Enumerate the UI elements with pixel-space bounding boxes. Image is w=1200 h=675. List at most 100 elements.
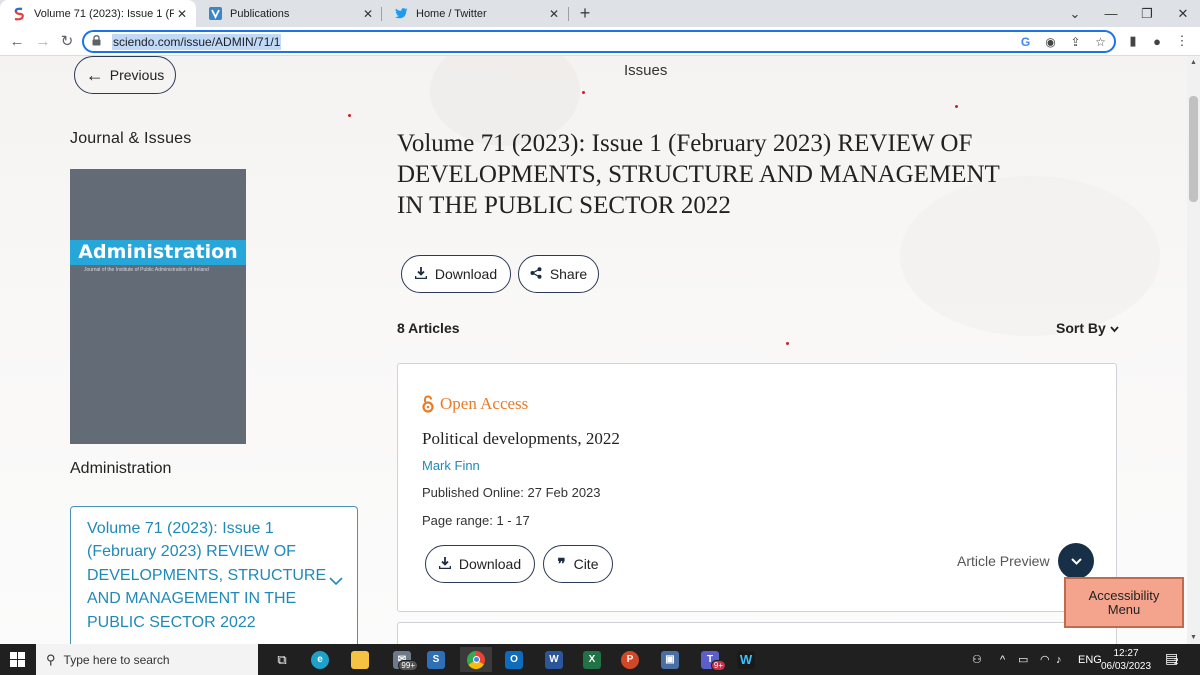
powerpoint-icon[interactable]: P <box>614 647 646 672</box>
side-panel-icon[interactable]: ▮ <box>1123 31 1143 51</box>
bookmark-star-icon[interactable]: ☆ <box>1093 34 1108 49</box>
notifications-count: 2 <box>1174 657 1179 666</box>
edge-icon[interactable]: e <box>304 647 336 672</box>
article-cite-button[interactable]: ❞ Cite <box>543 545 613 583</box>
restore-icon[interactable]: ❐ <box>1129 0 1165 27</box>
share-label: Share <box>549 266 588 282</box>
tab-search-icon[interactable]: ⌄ <box>1057 0 1093 27</box>
chrome-icon[interactable] <box>460 647 492 672</box>
download-label: Download <box>458 556 522 572</box>
decorative-dot <box>582 91 585 94</box>
tab-separator <box>568 7 569 21</box>
article-preview-label: Article Preview <box>957 553 1050 569</box>
tab-sciendo-issue[interactable]: Volume 71 (2023): Issue 1 (Febru ✕ <box>0 0 196 27</box>
article-author-link[interactable]: Mark Finn <box>422 458 480 473</box>
close-tab-icon[interactable]: ✕ <box>546 7 562 21</box>
share-icon <box>530 266 542 282</box>
webex-icon[interactable]: W <box>730 647 762 672</box>
decorative-dot <box>348 114 351 117</box>
outlook-icon[interactable]: O <box>498 647 530 672</box>
download-label: Download <box>434 266 498 282</box>
teams-badge: 9+ <box>710 660 726 671</box>
mail-icon[interactable]: ✉ 99+ <box>386 647 418 672</box>
sciendo-app-icon[interactable]: S <box>420 647 452 672</box>
article-published-date: Published Online: 27 Feb 2023 <box>422 485 601 500</box>
tray-chevron-up-icon[interactable]: ^ <box>1000 644 1005 675</box>
download-icon <box>438 556 452 572</box>
cover-subtitle: Journal of the Institute of Public Admin… <box>84 267 209 273</box>
close-tab-icon[interactable]: ✕ <box>174 7 190 21</box>
close-window-icon[interactable]: ✕ <box>1165 0 1200 27</box>
open-access-icon <box>422 395 434 413</box>
article-card <box>397 622 1117 644</box>
open-access-label: Open Access <box>440 394 529 413</box>
word-icon[interactable]: W <box>538 647 570 672</box>
article-preview-toggle[interactable] <box>1058 543 1094 579</box>
journal-cover-image: Administration Journal of the Institute … <box>70 169 246 444</box>
notifications-icon[interactable]: ▤ 2 <box>1165 650 1183 668</box>
taskbar-search-box[interactable]: ⚲ Type here to search <box>36 644 258 675</box>
volume-icon[interactable]: ♪ <box>1056 644 1062 675</box>
page-viewport: ← Previous Issues Journal & Issues Admin… <box>0 56 1187 644</box>
page-scrollbar[interactable]: ▲ ▼ <box>1187 56 1200 644</box>
twitter-icon <box>394 7 408 21</box>
previous-button[interactable]: ← Previous <box>74 56 176 94</box>
articles-count: 8 Articles <box>397 320 460 336</box>
lock-icon <box>92 34 104 49</box>
tab-twitter[interactable]: Home / Twitter ✕ <box>382 0 568 27</box>
scroll-thumb[interactable] <box>1189 96 1198 202</box>
new-tab-button[interactable]: + <box>574 3 596 23</box>
article-download-button[interactable]: Download <box>425 545 535 583</box>
windows-start-icon[interactable] <box>10 652 25 667</box>
decorative-dot <box>786 342 789 345</box>
reload-icon[interactable]: ↻ <box>56 30 78 52</box>
download-issue-button[interactable]: Download <box>401 255 511 293</box>
people-icon[interactable]: ⚇ <box>972 644 982 675</box>
decorative-dot <box>955 105 958 108</box>
search-icon: ⚲ <box>46 651 56 667</box>
scroll-up-icon[interactable]: ▲ <box>1187 56 1200 69</box>
url-text[interactable]: sciendo.com/issue/ADMIN/71/1 <box>112 33 282 50</box>
tab-title: Publications <box>230 7 290 20</box>
accessibility-menu-label: Accessibility Menu <box>1088 587 1160 617</box>
open-access-badge: Open Access <box>422 394 528 414</box>
back-icon[interactable]: ← <box>6 30 28 52</box>
article-title-link[interactable]: Political developments, 2022 <box>422 429 620 449</box>
issue-selector[interactable]: Volume 71 (2023): Issue 1 (February 2023… <box>70 506 358 644</box>
menu-kebab-icon[interactable]: ⋮ <box>1172 31 1192 51</box>
address-bar[interactable]: sciendo.com/issue/ADMIN/71/1 G ◉ ⇪ ☆ <box>82 30 1116 53</box>
share-icon[interactable]: ⇪ <box>1068 34 1083 49</box>
forward-icon[interactable]: → <box>32 30 54 52</box>
chevron-down-icon <box>1110 320 1119 336</box>
share-button[interactable]: Share <box>518 255 599 293</box>
tab-publications[interactable]: Publications ✕ <box>196 0 382 27</box>
arrow-left-icon: ← <box>85 65 104 85</box>
wifi-icon[interactable]: ◠ <box>1040 644 1050 675</box>
close-tab-icon[interactable]: ✕ <box>360 7 376 21</box>
clock-date: 06/03/2023 <box>1100 661 1152 672</box>
profile-icon[interactable]: ● <box>1147 31 1167 51</box>
quote-icon: ❞ <box>557 556 566 573</box>
file-explorer-icon[interactable] <box>344 647 376 672</box>
remote-desktop-icon[interactable]: ▣ <box>654 647 686 672</box>
battery-icon[interactable]: ▭ <box>1018 644 1028 675</box>
task-view-icon[interactable]: ⧉ <box>266 647 298 672</box>
scroll-down-icon[interactable]: ▼ <box>1187 631 1200 644</box>
issue-title: Volume 71 (2023): Issue 1 (February 2023… <box>397 130 1000 219</box>
journal-name: Administration <box>70 460 172 477</box>
excel-icon[interactable]: X <box>576 647 608 672</box>
clock[interactable]: 12:27 06/03/2023 <box>1098 647 1154 673</box>
sort-by-dropdown[interactable]: Sort By <box>1056 320 1119 336</box>
accessibility-menu-button[interactable]: Accessibility Menu <box>1064 577 1184 628</box>
journal-issues-heading: Journal & Issues <box>70 130 192 147</box>
issues-link[interactable]: Issues <box>624 62 667 79</box>
cite-label: Cite <box>573 556 599 572</box>
google-icon[interactable]: G <box>1018 34 1033 49</box>
minimize-icon[interactable]: — <box>1093 0 1129 27</box>
sciendo-icon <box>12 7 26 21</box>
eye-slash-icon[interactable]: ◉ <box>1043 34 1058 49</box>
teams-icon[interactable]: T 9+ <box>694 647 726 672</box>
sort-by-label: Sort By <box>1056 320 1106 336</box>
chevron-down-icon[interactable] <box>329 573 343 591</box>
taskbar-search-placeholder: Type here to search <box>63 652 170 667</box>
